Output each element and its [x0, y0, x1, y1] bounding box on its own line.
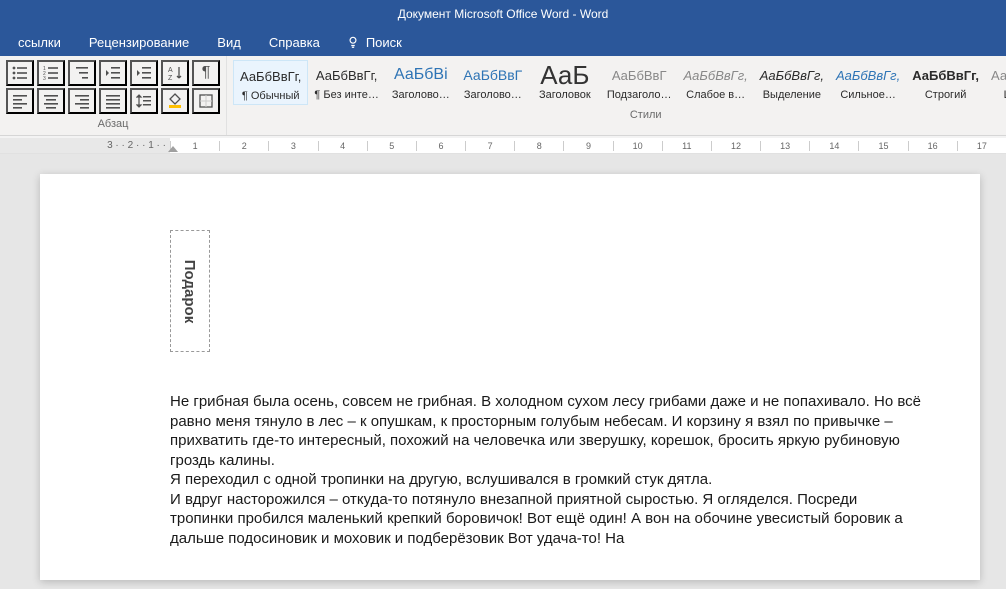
increase-indent-icon — [136, 65, 152, 81]
show-marks-button[interactable]: ¶ — [192, 60, 220, 86]
style-subtitle[interactable]: АаБбВвГПодзаголо… — [601, 60, 678, 105]
window-title: Документ Microsoft Office Word - Word — [398, 7, 609, 21]
style-weak-emphasis[interactable]: АаБбВвГг,Слабое в… — [678, 60, 754, 105]
increase-indent-button[interactable] — [130, 60, 158, 86]
body-text[interactable]: Не грибная была осень, совсем не грибная… — [170, 392, 924, 548]
style-no-spacing[interactable]: АаБбВвГг,¶ Без инте… — [308, 60, 384, 105]
style-strict[interactable]: АаБбВвГг,Строгий — [906, 60, 985, 105]
line-spacing-button[interactable] — [130, 88, 158, 114]
bullets-icon — [12, 65, 28, 81]
styles-gallery[interactable]: АаБбВвГг,¶ Обычный АаБбВвГг,¶ Без инте… … — [233, 60, 1006, 105]
multilevel-button[interactable] — [68, 60, 96, 86]
justify-icon — [105, 93, 121, 109]
style-heading2[interactable]: АаБбВвГЗаголово… — [457, 60, 529, 105]
line-spacing-icon — [136, 93, 152, 109]
style-normal[interactable]: АаБбВвГг,¶ Обычный — [233, 60, 308, 105]
style-heading1[interactable]: АаБбВіЗаголово… — [385, 60, 457, 105]
ruler-area: 3 · · 2 · · 1 · · 1 2 3 4 5 6 7 8 9 10 1… — [0, 136, 1006, 154]
horizontal-ruler[interactable]: 1 2 3 4 5 6 7 8 9 10 11 12 13 14 15 16 1… — [170, 138, 1006, 153]
paragraph[interactable]: Не грибная была осень, совсем не грибная… — [170, 392, 924, 470]
shading-button[interactable] — [161, 88, 189, 114]
paragraph-panel: 123 AZ ¶ Абзац — [0, 56, 227, 135]
styles-panel: АаБбВвГг,¶ Обычный АаБбВвГг,¶ Без инте… … — [227, 56, 1006, 135]
title-bar: Документ Microsoft Office Word - Word — [0, 0, 1006, 28]
document-area[interactable]: Подарок Не грибная была осень, совсем не… — [0, 154, 1006, 589]
numbering-button[interactable]: 123 — [37, 60, 65, 86]
search-label: Поиск — [366, 35, 402, 50]
ribbon: 123 AZ ¶ Абзац АаБбВвГг,¶ Обычный АаБбВв — [0, 56, 1006, 136]
svg-text:Z: Z — [168, 75, 173, 81]
sort-icon: AZ — [167, 65, 183, 81]
decrease-indent-button[interactable] — [99, 60, 127, 86]
multilevel-icon — [74, 65, 90, 81]
lightbulb-icon — [346, 35, 360, 49]
ruler-left[interactable]: 3 · · 2 · · 1 · · — [0, 138, 170, 153]
decrease-indent-icon — [105, 65, 121, 81]
align-right-button[interactable] — [68, 88, 96, 114]
paragraph[interactable]: И вдруг насторожился – откуда-то потянул… — [170, 490, 924, 549]
style-strong[interactable]: АаБбВвГг,Сильное… — [830, 60, 906, 105]
align-right-icon — [74, 93, 90, 109]
svg-text:A: A — [168, 67, 173, 74]
menu-view[interactable]: Вид — [203, 29, 255, 56]
indent-marker-icon[interactable] — [168, 146, 178, 152]
bullets-button[interactable] — [6, 60, 34, 86]
paragraph-label: Абзац — [98, 118, 129, 130]
shading-icon — [167, 93, 183, 109]
tell-me-search[interactable]: Поиск — [334, 35, 414, 50]
justify-button[interactable] — [99, 88, 127, 114]
menu-help[interactable]: Справка — [255, 29, 334, 56]
page[interactable]: Подарок Не грибная была осень, совсем не… — [40, 174, 980, 580]
sort-button[interactable]: AZ — [161, 60, 189, 86]
style-emphasis[interactable]: АаБбВвГг,Выделение — [754, 60, 830, 105]
borders-icon — [198, 93, 214, 109]
borders-button[interactable] — [192, 88, 220, 114]
align-left-icon — [12, 93, 28, 109]
numbering-icon: 123 — [43, 65, 59, 81]
styles-label: Стили — [630, 109, 662, 121]
align-center-icon — [43, 93, 59, 109]
align-left-button[interactable] — [6, 88, 34, 114]
style-quote[interactable]: АаБбВвГг,Цитата — [985, 60, 1006, 105]
menu-review[interactable]: Рецензирование — [75, 29, 203, 56]
style-title[interactable]: АаБЗаголовок — [529, 60, 601, 105]
pilcrow-icon: ¶ — [202, 64, 211, 82]
align-center-button[interactable] — [37, 88, 65, 114]
paragraph[interactable]: Я переходил с одной тропинки на другую, … — [170, 470, 924, 490]
svg-text:3: 3 — [43, 76, 46, 81]
menu-references[interactable]: ссылки — [4, 29, 75, 56]
title-text-box[interactable]: Подарок — [170, 230, 210, 352]
menu-bar: ссылки Рецензирование Вид Справка Поиск — [0, 28, 1006, 56]
title-box-text[interactable]: Подарок — [182, 259, 199, 322]
